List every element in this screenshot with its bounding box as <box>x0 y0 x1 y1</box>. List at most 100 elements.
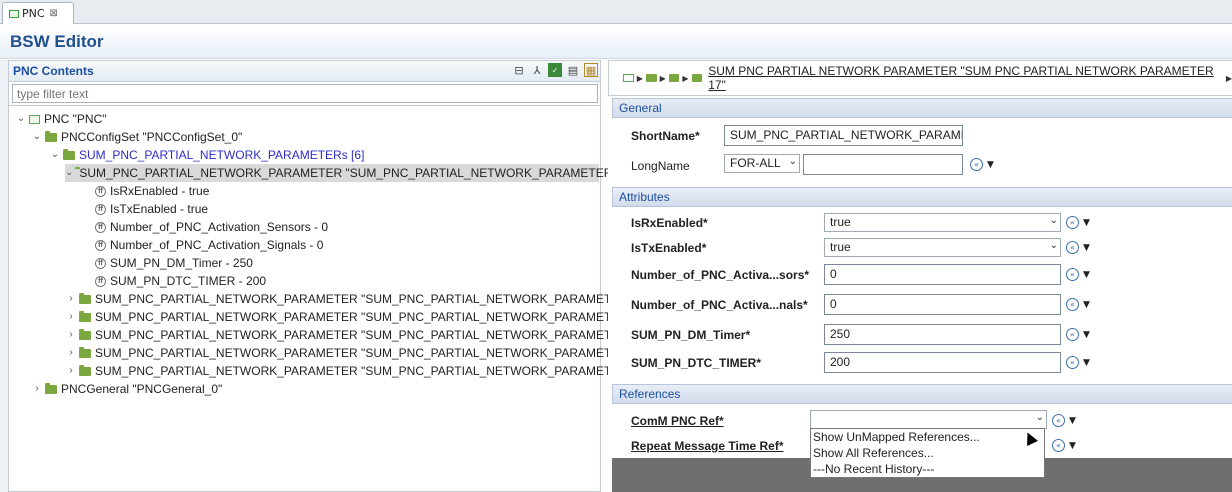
attr-label: IsRxEnabled* <box>631 216 708 230</box>
dropdown-arrow-icon[interactable]: ▼ <box>1083 300 1090 310</box>
chevron-right-icon[interactable]: › <box>65 362 77 380</box>
chevron-right-icon[interactable]: › <box>65 308 77 326</box>
chevron-right-icon[interactable]: › <box>65 326 77 344</box>
activation-signals-input[interactable]: 0 <box>824 294 1061 315</box>
activation-sensors-input[interactable]: 0 <box>824 264 1061 285</box>
tree-node-parameter-21[interactable]: › SUM_PNC_PARTIAL_NETWORK_PARAMETER "SUM_… <box>65 308 652 326</box>
close-icon[interactable]: ⊠ <box>50 8 58 19</box>
chevron-right-icon[interactable]: › <box>31 380 43 398</box>
dtc-timer-actions[interactable]: «▼ <box>1066 356 1090 369</box>
tree-node-isrxenabled[interactable]: ff IsRxEnabled - true <box>95 182 209 200</box>
reset-icon[interactable]: « <box>1066 268 1079 281</box>
reference-dropdown-menu: Show UnMapped References... Show All Ref… <box>810 428 1045 478</box>
tree-node-pnc[interactable]: ⌄ PNC "PNC" <box>15 110 107 128</box>
comm-pnc-ref-label[interactable]: ComM PNC Ref* <box>631 414 724 428</box>
breadcrumb-current[interactable]: SUM PNC PARTIAL NETWORK PARAMETER "SUM P… <box>708 64 1219 92</box>
dropdown-arrow-icon[interactable]: ▼ <box>1083 218 1090 228</box>
tree-node-activation-sensors[interactable]: ff Number_of_PNC_Activation_Sensors - 0 <box>95 218 328 236</box>
chevron-right-icon[interactable]: ▶ <box>660 74 666 83</box>
reset-icon[interactable]: « <box>1066 356 1079 369</box>
reset-icon[interactable]: « <box>1066 216 1079 229</box>
menu-item-show-all[interactable]: Show All References... <box>811 445 1044 461</box>
folder-icon <box>79 328 91 340</box>
longname-label: LongName <box>631 159 690 173</box>
dropdown-arrow-icon[interactable]: ▼ <box>987 160 994 170</box>
dropdown-arrow-icon[interactable]: ▼ <box>1083 270 1090 280</box>
shortname-input[interactable]: SUM_PNC_PARTIAL_NETWORK_PARAMETER <box>724 125 963 146</box>
chevron-down-icon[interactable]: ⌄ <box>65 164 73 182</box>
chevron-down-icon: ⌄ <box>1049 240 1058 251</box>
tree-node-activation-signals[interactable]: ff Number_of_PNC_Activation_Signals - 0 <box>95 236 323 254</box>
comm-pnc-ref-actions[interactable]: «▼ <box>1052 414 1076 427</box>
section-attributes[interactable]: Attributes <box>612 187 1232 207</box>
chevron-right-icon[interactable]: › <box>65 290 77 308</box>
tree-node-parameter-17[interactable]: ⌄ SUM_PNC_PARTIAL_NETWORK_PARAMETER "SUM_… <box>65 164 637 182</box>
activation-signals-actions[interactable]: «▼ <box>1066 298 1090 311</box>
dropdown-arrow-icon[interactable]: ▼ <box>1069 416 1076 426</box>
dropdown-arrow-icon[interactable]: ▼ <box>1083 243 1090 253</box>
dropdown-arrow-icon[interactable]: ▼ <box>1083 358 1090 368</box>
dtc-timer-input[interactable]: 200 <box>824 352 1061 373</box>
reset-icon[interactable]: « <box>1066 241 1079 254</box>
validate-icon[interactable]: ✓ <box>548 63 562 77</box>
tree-node-parameter-18[interactable]: › SUM_PNC_PARTIAL_NETWORK_PARAMETER "SUM_… <box>65 290 652 308</box>
chevron-right-icon[interactable]: › <box>65 344 77 362</box>
filter-input[interactable] <box>12 84 598 103</box>
menu-item-no-history[interactable]: ---No Recent History--- <box>811 461 1044 477</box>
collapse-all-icon[interactable]: ⊟ <box>512 63 526 77</box>
reset-icon[interactable]: « <box>970 158 983 171</box>
breadcrumb: ▶ ▶ ▶ SUM PNC PARTIAL NETWORK PARAMETER … <box>608 60 1232 96</box>
language-value: FOR-ALL <box>730 156 781 170</box>
table-icon[interactable]: ▦ <box>584 63 598 77</box>
attr-label: IsTxEnabled* <box>631 241 707 255</box>
section-general[interactable]: General <box>612 98 1232 118</box>
chevron-down-icon[interactable]: ⌄ <box>49 146 61 164</box>
section-references[interactable]: References <box>612 384 1232 404</box>
select-value: true <box>830 215 851 229</box>
comm-pnc-ref-select[interactable]: ⌄ <box>810 410 1047 429</box>
chevron-right-icon[interactable]: ▶ <box>1226 74 1232 83</box>
tree-node-parameter-23[interactable]: › SUM_PNC_PARTIAL_NETWORK_PARAMETER "SUM_… <box>65 326 652 344</box>
tree-node-istxenabled[interactable]: ff IsTxEnabled - true <box>95 200 208 218</box>
tree-node-pncgeneral[interactable]: › PNCGeneral "PNCGeneral_0" <box>31 380 222 398</box>
parameter-icon: ff <box>95 275 106 287</box>
isrxenabled-select[interactable]: true ⌄ <box>824 213 1061 232</box>
hierarchy-icon[interactable]: ⅄ <box>530 63 544 77</box>
dm-timer-actions[interactable]: «▼ <box>1066 328 1090 341</box>
repeat-message-time-ref-actions[interactable]: «▼ <box>1052 439 1076 452</box>
repeat-message-time-ref-label[interactable]: Repeat Message Time Ref* <box>631 439 784 453</box>
language-select[interactable]: FOR-ALL ⌄ <box>724 154 800 173</box>
tree-node-label: SUM_PNC_PARTIAL_NETWORK_PARAMETER "SUM_P… <box>95 364 653 378</box>
dm-timer-input[interactable]: 250 <box>824 324 1061 345</box>
reset-icon[interactable]: « <box>1052 414 1065 427</box>
activation-sensors-actions[interactable]: «▼ <box>1066 268 1090 281</box>
tree-node-dtc-timer[interactable]: ff SUM_PN_DTC_TIMER - 200 <box>95 272 266 290</box>
tree-node-parameter-59[interactable]: › SUM_PNC_PARTIAL_NETWORK_PARAMETER "SUM_… <box>65 362 652 380</box>
tree-node-parameters-group[interactable]: ⌄ SUM_PNC_PARTIAL_NETWORK_PARAMETERs [6] <box>49 146 365 164</box>
parameter-icon: ff <box>95 203 106 215</box>
dropdown-arrow-icon[interactable]: ▼ <box>1069 441 1076 451</box>
chevron-right-icon[interactable]: ▶ <box>682 74 688 83</box>
isrxenabled-actions[interactable]: «▼ <box>1066 216 1090 229</box>
attr-label: SUM_PN_DM_Timer* <box>631 328 751 342</box>
tab-pnc[interactable]: PNC ⊠ <box>2 2 74 24</box>
reset-icon[interactable]: « <box>1052 439 1065 452</box>
tree-node-parameter-30[interactable]: › SUM_PNC_PARTIAL_NETWORK_PARAMETER "SUM_… <box>65 344 652 362</box>
reset-icon[interactable]: « <box>1066 298 1079 311</box>
chevron-down-icon[interactable]: ⌄ <box>31 128 43 146</box>
menu-item-show-unmapped[interactable]: Show UnMapped References... <box>811 429 1044 445</box>
dropdown-arrow-icon[interactable]: ▼ <box>1083 330 1090 340</box>
longname-input[interactable] <box>803 154 963 175</box>
document-icon[interactable]: ▤ <box>566 63 580 77</box>
chevron-right-icon[interactable]: ▶ <box>637 74 643 83</box>
istxenabled-actions[interactable]: «▼ <box>1066 241 1090 254</box>
longname-actions[interactable]: «▼ <box>970 158 994 171</box>
istxenabled-select[interactable]: true ⌄ <box>824 238 1061 257</box>
tree-node-dm-timer[interactable]: ff SUM_PN_DM_Timer - 250 <box>95 254 253 272</box>
reset-icon[interactable]: « <box>1066 328 1079 341</box>
tree-node-configset[interactable]: ⌄ PNCConfigSet "PNCConfigSet_0" <box>31 128 242 146</box>
tree-node-label: SUM_PN_DTC_TIMER - 200 <box>110 274 267 288</box>
folder-icon <box>79 346 91 358</box>
chevron-down-icon[interactable]: ⌄ <box>15 110 27 128</box>
section-title: References <box>619 387 681 401</box>
